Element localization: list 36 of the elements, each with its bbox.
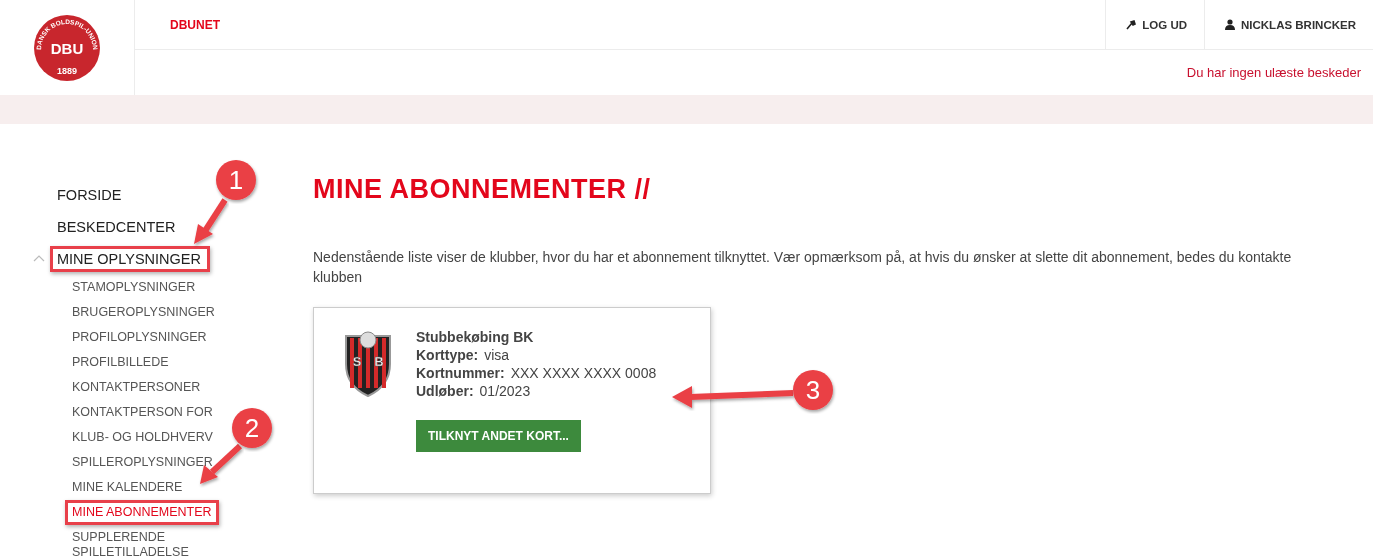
club-name: Stubbekøbing BK [416,328,535,346]
user-icon [1225,19,1235,30]
club-crest: S B [344,328,392,398]
nav-item[interactable]: FORSIDE [57,179,122,211]
nav-subitem[interactable]: MINE ABONNEMENTER [65,500,219,525]
field-value: visa [484,346,510,364]
nav-subitem[interactable]: SUPPLERENDE SPILLETILLADELSE [72,525,222,560]
field-value: 01/2023 [479,382,531,400]
nav-subitem[interactable]: PROFILBILLEDE [72,350,169,375]
step-badge: 1 [216,160,256,200]
intro-text: Nedenstående liste viser de klubber, hvor du har et abonnement tilknyttet. Vær opmærksom på, at hvis du ønsker at slette dit abonnement, bedes du kontakte klubben [313,248,1293,287]
nav-item[interactable]: MINE OPLYSNINGER [50,246,210,272]
messages-link[interactable]: Du har ingen ulæste beskeder [1186,65,1361,80]
nav-subitem[interactable]: KONTAKTPERSON FOR [72,400,213,425]
nav-subitem[interactable]: KONTAKTPERSONER [72,375,201,400]
logout-link[interactable]: LOG UD [1105,0,1204,49]
field-value: XXX XXXX XXXX 0008 [510,364,657,382]
nav-subitem[interactable]: PROFILOPLYSNINGER [72,325,207,350]
nav-subitem[interactable]: BRUGEROPLYSNINGER [72,300,215,325]
step-badge: 2 [232,408,272,448]
nav-subitem[interactable]: SPILLEROPLYSNINGER [72,450,213,475]
link-card-button[interactable]: TILKNYT ANDET KORT... [416,420,581,452]
step-badge: 3 [793,370,833,410]
field-label: Kortnummer: [416,364,505,382]
annotation-arrow [194,198,228,244]
field-label: Korttype: [416,346,479,364]
field-label: Udløber: [416,382,474,400]
chevron-icon[interactable] [33,254,45,262]
nav-subitem[interactable]: KLUB- OG HOLDHVERV [72,425,213,450]
brand-link[interactable]: DBUNET [170,17,220,32]
nav-item[interactable]: BESKEDCENTER [57,211,176,243]
key-icon [1126,19,1137,30]
page-title: MINE ABONNEMENTER // [313,174,652,205]
nav-subitem[interactable]: STAMOPLYSNINGER [72,275,196,300]
user-menu[interactable]: NICKLAS BRINCKER [1204,0,1373,49]
nav-subitem[interactable]: MINE KALENDERE [72,475,183,500]
